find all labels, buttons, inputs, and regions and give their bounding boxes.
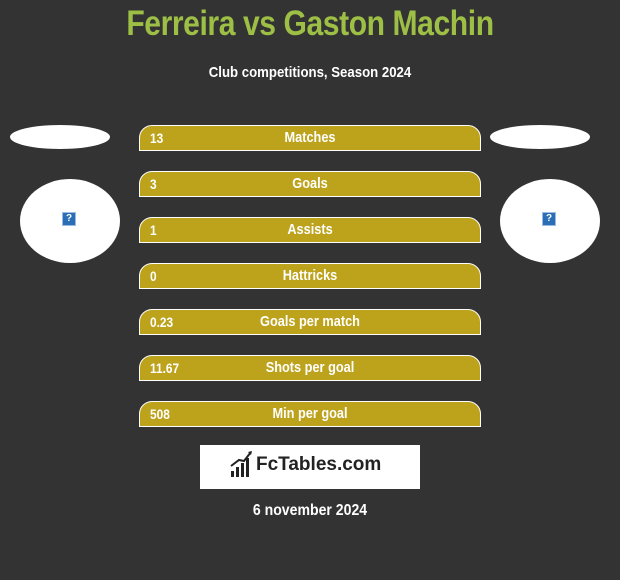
missing-image-icon: ? <box>542 212 556 226</box>
stat-value: 3 <box>150 176 157 192</box>
stat-value: 1 <box>150 222 157 238</box>
stat-value: 13 <box>150 130 164 146</box>
left-player-name-placeholder <box>10 125 110 149</box>
page-title: Ferreira vs Gaston Machin <box>126 4 494 43</box>
page-subtitle: Club competitions, Season 2024 <box>208 64 412 81</box>
stat-label: Goals <box>292 175 328 192</box>
stat-label: Shots per goal <box>265 359 355 376</box>
stat-row-assists: 1 Assists <box>139 217 481 243</box>
stat-row-goals: 3 Goals <box>139 171 481 197</box>
stat-label: Matches <box>284 129 336 146</box>
stat-row-min-per-goal: 508 Min per goal <box>139 401 481 427</box>
stat-value: 0 <box>150 268 157 284</box>
left-player-avatar: ? <box>20 179 120 263</box>
date-label: 6 november 2024 <box>252 502 368 519</box>
right-player-avatar: ? <box>500 179 600 263</box>
stat-row-hattricks: 0 Hattricks <box>139 263 481 289</box>
stat-row-matches: 13 Matches <box>139 125 481 151</box>
bar-chart-icon <box>230 451 252 477</box>
missing-image-icon: ? <box>62 212 76 226</box>
logo-text: FcTables.com <box>256 454 382 475</box>
stat-label: Hattricks <box>282 267 338 284</box>
stat-row-shots-per-goal: 11.67 Shots per goal <box>139 355 481 381</box>
fctables-logo[interactable]: FcTables.com <box>200 445 420 489</box>
stat-row-goals-per-match: 0.23 Goals per match <box>139 309 481 335</box>
stat-label: Assists <box>287 221 333 238</box>
right-player-name-placeholder <box>490 125 590 149</box>
stat-label: Min per goal <box>272 405 348 422</box>
stat-label: Goals per match <box>260 313 360 330</box>
